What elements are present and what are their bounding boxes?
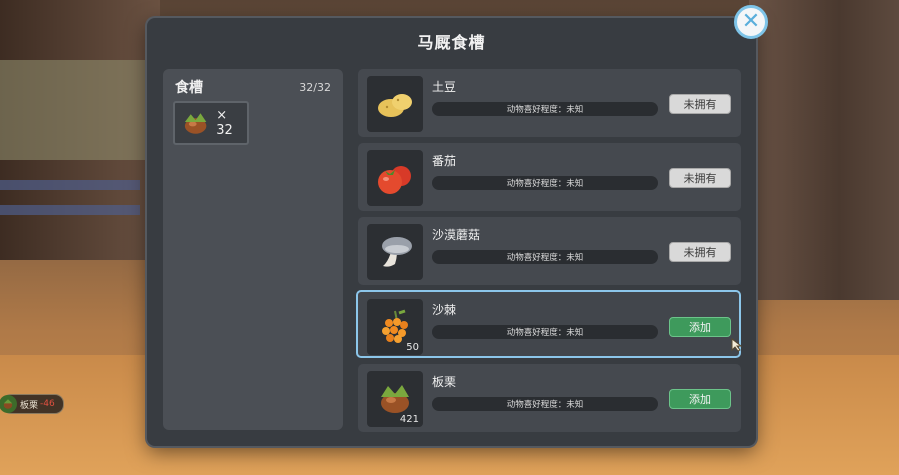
- food-thumbnail: 421: [367, 371, 423, 427]
- food-quantity: 421: [399, 414, 419, 425]
- chestnut-icon: [0, 395, 17, 413]
- food-row-chestnut[interactable]: 421 板栗 动物喜好程度：未知 添加: [358, 364, 741, 432]
- food-row-sea-buckthorn[interactable]: 50 沙棘 动物喜好程度：未知 添加: [356, 290, 741, 358]
- food-name: 沙漠蘑菇: [432, 228, 481, 242]
- add-button[interactable]: 添加: [669, 389, 731, 409]
- food-thumbnail: [367, 76, 423, 132]
- food-row-potato[interactable]: 土豆 动物喜好程度：未知 未拥有: [358, 69, 741, 137]
- hud-item-value: -46: [40, 399, 55, 409]
- mushroom-icon: [382, 237, 412, 267]
- close-icon: ✕: [741, 9, 761, 34]
- food-thumbnail: [367, 150, 423, 206]
- hud-item-label: 板栗: [20, 400, 39, 411]
- mouse-cursor-icon: [731, 338, 743, 352]
- dialog-title: 马厩食槽: [417, 33, 486, 52]
- food-preference-bar: 动物喜好程度：未知: [432, 176, 658, 190]
- food-name: 土豆: [432, 80, 457, 94]
- food-preference-bar: 动物喜好程度：未知: [432, 325, 658, 339]
- food-quantity: 50: [406, 342, 419, 353]
- background-rug-stripe: [0, 205, 140, 215]
- food-row-tomato[interactable]: 番茄 动物喜好程度：未知 未拥有: [358, 143, 741, 211]
- close-button[interactable]: ✕: [734, 5, 768, 39]
- sea-buckthorn-icon: [382, 309, 408, 343]
- hud-item-indicator: 板栗 -46: [0, 394, 64, 414]
- food-row-desert-mushroom[interactable]: 沙漠蘑菇 动物喜好程度：未知 未拥有: [358, 217, 741, 285]
- trough-slot-quantity: × 32: [216, 108, 233, 138]
- food-preference-bar: 动物喜好程度：未知: [432, 102, 658, 116]
- trough-title: 食槽: [175, 80, 203, 96]
- trough-capacity: 32/32: [299, 80, 331, 94]
- trough-panel: 食槽 32/32 × 32: [163, 69, 343, 430]
- not-owned-button[interactable]: 未拥有: [669, 242, 731, 262]
- chestnut-icon: [184, 113, 207, 134]
- potato-icon: [378, 94, 412, 117]
- background-rug-stripe: [0, 180, 140, 190]
- food-name: 番茄: [432, 154, 457, 168]
- add-button[interactable]: 添加: [669, 317, 731, 337]
- chestnut-icon: [381, 385, 409, 413]
- food-thumbnail: 50: [367, 299, 423, 355]
- food-thumbnail: [367, 224, 423, 280]
- food-name: 沙棘: [432, 303, 457, 317]
- food-name: 板栗: [432, 375, 457, 389]
- food-preference-bar: 动物喜好程度：未知: [432, 250, 658, 264]
- trough-slot[interactable]: × 32: [173, 101, 249, 145]
- tomato-icon: [378, 166, 411, 194]
- food-preference-bar: 动物喜好程度：未知: [432, 397, 658, 411]
- not-owned-button[interactable]: 未拥有: [669, 94, 731, 114]
- not-owned-button[interactable]: 未拥有: [669, 168, 731, 188]
- background-window: [0, 60, 150, 160]
- background-curtain: [749, 0, 899, 300]
